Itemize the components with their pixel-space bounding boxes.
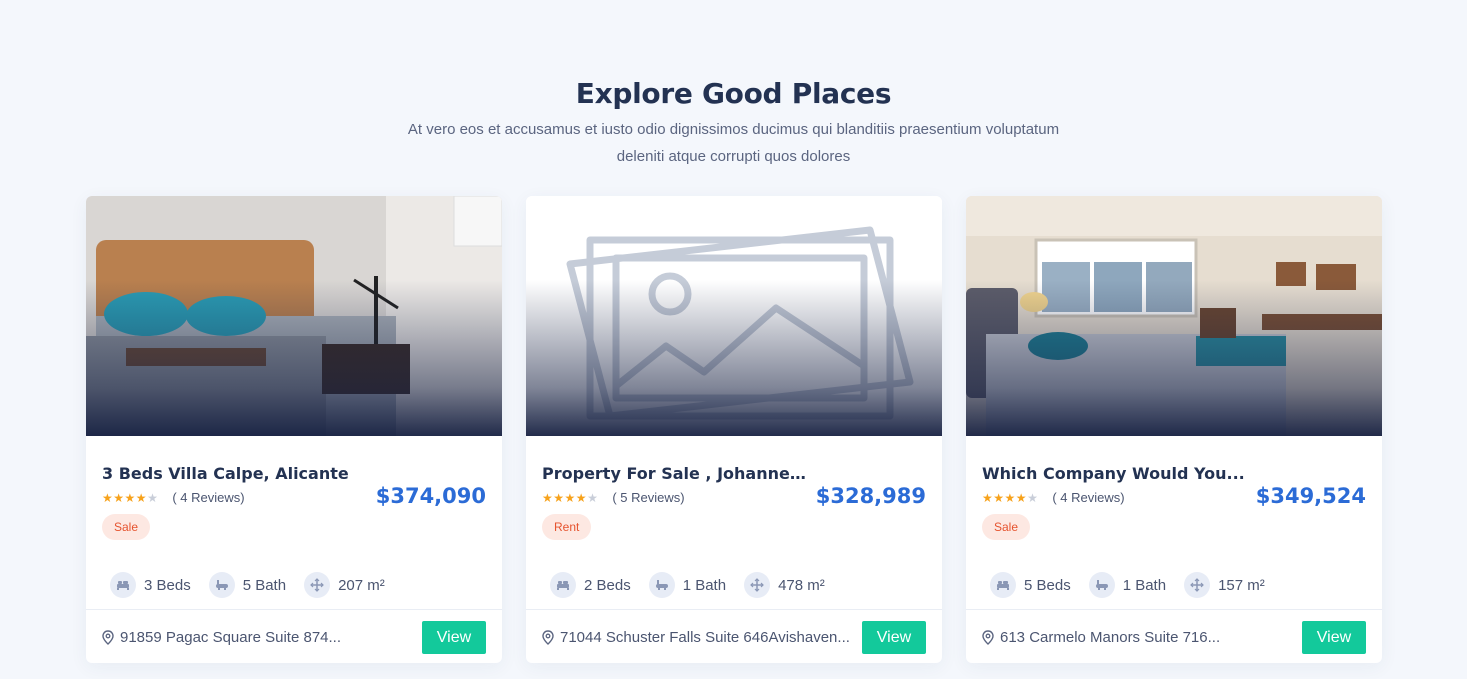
star-icon: ★ bbox=[542, 490, 554, 505]
property-features: 2 Beds 1 Bath 478 m² bbox=[550, 572, 843, 598]
property-card[interactable]: Which Company Would You... ★★★★★ ( 4 Rev… bbox=[966, 196, 1382, 663]
star-icon: ★ bbox=[135, 490, 148, 505]
section-title: Explore Good Places bbox=[575, 77, 892, 110]
feature-area: 207 m² bbox=[304, 572, 385, 598]
property-features: 5 Beds 1 Bath 157 m² bbox=[990, 572, 1283, 598]
rating: ★★★★★ ( 5 Reviews) bbox=[542, 490, 685, 505]
area-size: 478 m² bbox=[778, 576, 825, 594]
review-count: ( 4 Reviews) bbox=[1052, 490, 1125, 505]
star-icon: ★ bbox=[575, 490, 588, 505]
subtitle-line-2: deleniti atque corrupti quos dolores bbox=[616, 148, 851, 165]
beds-count: 2 Beds bbox=[584, 576, 631, 594]
status-badge: Sale bbox=[982, 514, 1031, 540]
review-count: ( 4 Reviews) bbox=[172, 490, 245, 505]
status-badge: Rent bbox=[542, 514, 592, 540]
property-card[interactable]: Property For Sale , Johannesbur... ★★★★★… bbox=[526, 196, 942, 663]
area-icon bbox=[744, 572, 771, 598]
star-rating: ★★★★★ bbox=[982, 491, 1038, 505]
address: 71044 Schuster Falls Suite 646Avishaven.… bbox=[542, 629, 862, 646]
area-icon bbox=[304, 572, 331, 598]
address-text: 91859 Pagac Square Suite 874... bbox=[120, 629, 342, 646]
beds-count: 3 Beds bbox=[144, 576, 191, 594]
star-icon: ★ bbox=[564, 490, 576, 505]
property-title[interactable]: 3 Beds Villa Calpe, Alicante bbox=[102, 464, 372, 483]
property-features: 3 Beds 5 Bath 207 m² bbox=[110, 572, 403, 598]
star-icon: ★ bbox=[1015, 490, 1028, 505]
view-button[interactable]: View bbox=[862, 621, 926, 654]
feature-beds: 3 Beds bbox=[110, 572, 191, 598]
feature-baths: 1 Bath bbox=[1088, 572, 1167, 598]
star-rating: ★★★★★ bbox=[102, 491, 158, 505]
star-icon: ★ bbox=[1004, 490, 1016, 505]
area-size: 207 m² bbox=[338, 576, 385, 594]
star-icon: ★ bbox=[587, 490, 599, 505]
view-button[interactable]: View bbox=[422, 621, 486, 654]
card-footer: 91859 Pagac Square Suite 874... View bbox=[86, 610, 502, 663]
rating: ★★★★★ ( 4 Reviews) bbox=[102, 490, 245, 505]
star-icon: ★ bbox=[1027, 490, 1039, 505]
star-icon: ★ bbox=[982, 490, 994, 505]
bath-icon bbox=[648, 572, 675, 598]
subtitle-line-1: At vero eos et accusamus et iusto odio d… bbox=[407, 121, 1060, 138]
property-image[interactable] bbox=[966, 196, 1382, 436]
baths-count: 1 Bath bbox=[1122, 576, 1167, 594]
property-price: $328,989 bbox=[815, 484, 926, 508]
star-icon: ★ bbox=[993, 490, 1005, 505]
map-pin-icon bbox=[102, 630, 114, 645]
map-pin-icon bbox=[542, 630, 554, 645]
star-icon: ★ bbox=[102, 490, 114, 505]
address: 613 Carmelo Manors Suite 716... bbox=[982, 629, 1302, 646]
feature-beds: 2 Beds bbox=[550, 572, 631, 598]
star-icon: ★ bbox=[124, 490, 136, 505]
bath-icon bbox=[1088, 572, 1115, 598]
rating: ★★★★★ ( 4 Reviews) bbox=[982, 490, 1125, 505]
feature-area: 478 m² bbox=[744, 572, 825, 598]
property-price: $349,524 bbox=[1255, 484, 1366, 508]
property-card-list: 3 Beds Villa Calpe, Alicante ★★★★★ ( 4 R… bbox=[86, 196, 1382, 663]
map-pin-icon bbox=[982, 630, 994, 645]
baths-count: 1 Bath bbox=[682, 576, 727, 594]
star-icon: ★ bbox=[147, 490, 159, 505]
image-gradient-overlay bbox=[966, 196, 1382, 436]
area-size: 157 m² bbox=[1218, 576, 1265, 594]
status-badge: Sale bbox=[102, 514, 151, 540]
bed-icon bbox=[550, 572, 576, 598]
card-footer: 613 Carmelo Manors Suite 716... View bbox=[966, 610, 1382, 663]
property-image[interactable] bbox=[526, 196, 942, 436]
property-card[interactable]: 3 Beds Villa Calpe, Alicante ★★★★★ ( 4 R… bbox=[86, 196, 502, 663]
property-price: $374,090 bbox=[375, 484, 486, 508]
section-header: Explore Good Places At vero eos et accus… bbox=[0, 76, 1467, 170]
feature-baths: 5 Bath bbox=[208, 572, 287, 598]
address: 91859 Pagac Square Suite 874... bbox=[102, 629, 422, 646]
feature-baths: 1 Bath bbox=[648, 572, 727, 598]
star-rating: ★★★★★ bbox=[542, 491, 598, 505]
beds-count: 5 Beds bbox=[1024, 576, 1071, 594]
bath-icon bbox=[208, 572, 235, 598]
property-title[interactable]: Property For Sale , Johannesbur... bbox=[542, 464, 812, 483]
feature-area: 157 m² bbox=[1184, 572, 1265, 598]
star-icon: ★ bbox=[113, 490, 125, 505]
review-count: ( 5 Reviews) bbox=[612, 490, 685, 505]
feature-beds: 5 Beds bbox=[990, 572, 1071, 598]
section-subtitle: At vero eos et accusamus et iusto odio d… bbox=[364, 116, 1104, 170]
star-icon: ★ bbox=[553, 490, 565, 505]
baths-count: 5 Bath bbox=[242, 576, 287, 594]
card-footer: 71044 Schuster Falls Suite 646Avishaven.… bbox=[526, 610, 942, 663]
area-icon bbox=[1184, 572, 1211, 598]
image-gradient-overlay bbox=[86, 196, 502, 436]
address-text: 613 Carmelo Manors Suite 716... bbox=[1000, 629, 1221, 646]
property-image[interactable] bbox=[86, 196, 502, 436]
view-button[interactable]: View bbox=[1302, 621, 1366, 654]
bed-icon bbox=[110, 572, 136, 598]
address-text: 71044 Schuster Falls Suite 646Avishaven.… bbox=[560, 629, 850, 646]
property-title[interactable]: Which Company Would You... bbox=[982, 464, 1252, 483]
image-gradient-overlay bbox=[526, 196, 942, 436]
bed-icon bbox=[990, 572, 1016, 598]
